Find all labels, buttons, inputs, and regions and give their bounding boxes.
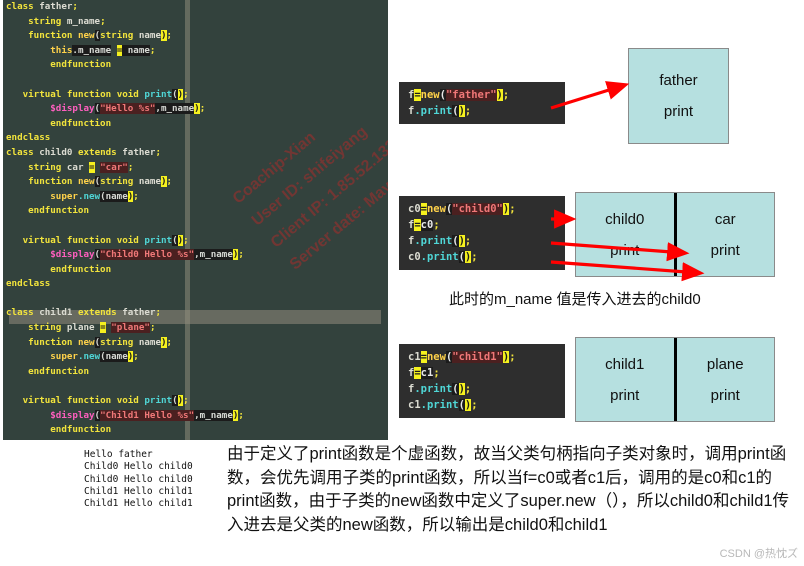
child1-object-title: child1 <box>605 355 645 373</box>
father-object-method: print <box>663 103 694 120</box>
child0-object-method: print <box>610 241 640 259</box>
father-object-title: father <box>659 72 698 89</box>
child0-car-method: print <box>710 241 740 259</box>
child1-plane-column: plane print <box>677 338 775 421</box>
terminal-line-1: Child0 Hello child0 <box>84 461 193 473</box>
child0-object-title: child0 <box>605 210 645 228</box>
code-editor[interactable]: Coachip-Xian User ID: shifeiyang Client … <box>3 0 388 440</box>
terminal-output: Hello father Child0 Hello child0 Child0 … <box>84 449 193 510</box>
explanation-paragraph: 由于定义了print函数是个虚函数，故当父类句柄指向子类对象时，调用print函… <box>227 445 790 534</box>
father-object-column: father print <box>629 49 728 143</box>
child1-object-column: child1 print <box>576 338 674 421</box>
child1-plane-method: print <box>710 386 740 404</box>
father-code-card: f=new("father"); f.print(); <box>399 82 565 124</box>
child0-code-card: c0=new("child0"); f=c0; f.print(); c0.pr… <box>399 196 565 270</box>
child0-car-title: car <box>714 210 736 228</box>
terminal-line-0: Hello father <box>84 449 153 460</box>
father-object-box: father print <box>628 48 729 144</box>
child0-object-column: child0 print <box>576 193 674 276</box>
terminal-line-3: Child1 Hello child1 <box>84 485 193 497</box>
terminal-line-4: Child1 Hello child1 <box>84 498 193 510</box>
child0-object-box: child0 print car print <box>575 192 775 277</box>
child1-object-box: child1 print plane print <box>575 337 775 422</box>
child0-car-column: car print <box>677 193 775 276</box>
csdn-credit: CSDN @热忱ズ <box>719 548 798 560</box>
child1-code-card: c1=new("child1"); f=c1; f.print(); c1.pr… <box>399 344 565 418</box>
child1-plane-title: plane <box>706 355 744 373</box>
m-name-note: 此时的m_name 值是传入进去的child0 <box>449 291 701 308</box>
terminal-line-2: Child0 Hello child0 <box>84 473 193 485</box>
editor-code-text: class father; string m_name; function ne… <box>6 1 244 440</box>
child1-object-method: print <box>610 386 640 404</box>
